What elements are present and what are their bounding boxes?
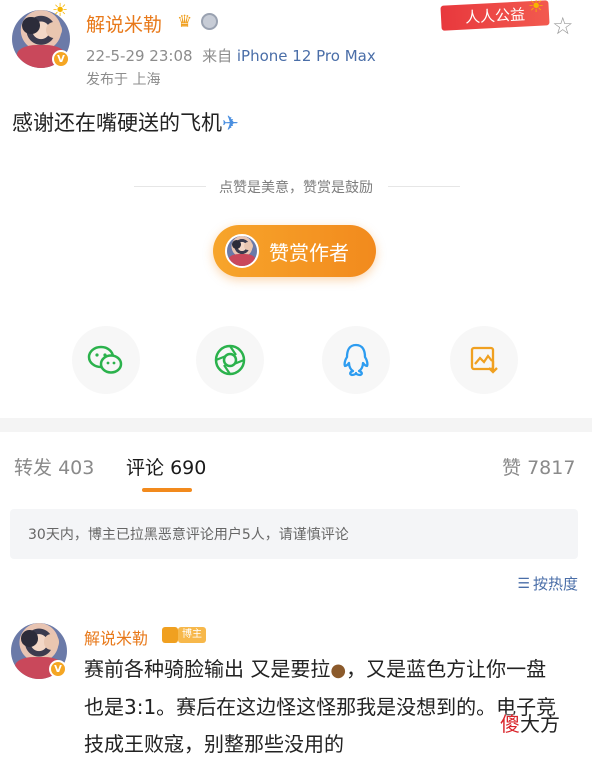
airplane-icon: ✈ (222, 111, 239, 135)
tab-likes[interactable]: 赞 7817 (502, 453, 575, 480)
sun-decoration-icon: ☀ (528, 0, 545, 17)
device-link[interactable]: iPhone 12 Pro Max (237, 47, 376, 65)
post-timestamp: 22-5-29 23:08 (86, 47, 193, 65)
verified-badge-icon: V (52, 50, 70, 68)
like-count: 7817 (527, 457, 576, 479)
tab-comments[interactable]: 评论 690 (126, 453, 206, 480)
active-tab-indicator (142, 488, 192, 492)
comment-text: 赛前各种骑脸输出 又是要拉●，又是蓝色方让你一盘也是3:1。赛后在这边怪这怪那我… (84, 657, 557, 756)
post-text-content: 感谢还在嘴硬送的飞机 (12, 111, 222, 135)
comment-count: 690 (170, 457, 207, 479)
favorite-star-icon[interactable]: ☆ (552, 14, 574, 38)
post-location: 发布于 上海 (86, 72, 161, 88)
post-meta: 22-5-29 23:08 来自 iPhone 12 Pro Max (86, 45, 376, 66)
moments-icon (214, 344, 246, 376)
crown-icon[interactable]: ♛ (177, 12, 192, 32)
tab-repost[interactable]: 转发 403 (14, 453, 94, 480)
level-icon (162, 627, 178, 643)
share-moments-button[interactable] (196, 326, 264, 394)
sort-label: 按热度 (532, 575, 578, 593)
save-image-icon (470, 346, 498, 374)
commenter-name[interactable]: 解说米勒 (84, 625, 148, 649)
wechat-icon (87, 345, 123, 374)
author-avatar-small (225, 234, 259, 268)
verified-badge-icon: V (49, 660, 67, 678)
sort-by-hot-button[interactable]: ☰ 按热度 (517, 573, 578, 594)
poop-emoji-icon: ● (330, 660, 347, 681)
section-divider (0, 418, 592, 432)
watermark: 傻大方 (500, 712, 560, 736)
repost-count: 403 (58, 457, 95, 479)
reward-author-button[interactable]: 赞赏作者 (213, 225, 376, 277)
share-qq-button[interactable] (322, 326, 390, 394)
sort-icon: ☰ (517, 575, 530, 592)
reward-hint: 点赞是美意，赞赏是鼓励 (0, 177, 592, 197)
author-name[interactable]: 解说米勒 (86, 10, 162, 37)
medal-icon[interactable] (201, 13, 218, 30)
blogger-badge: 博主 (178, 627, 206, 643)
comment-notice: 30天内，博主已拉黑恶意评论用户5人，请谨慎评论 (10, 509, 578, 559)
qq-icon (343, 343, 369, 377)
save-image-button[interactable] (450, 326, 518, 394)
post-text: 感谢还在嘴硬送的飞机✈ (12, 107, 239, 137)
notice-text: 30天内，博主已拉黑恶意评论用户5人，请谨慎评论 (28, 527, 349, 543)
source-prefix: 来自 (202, 47, 233, 65)
sun-decoration-icon: ☀ (52, 0, 69, 21)
share-wechat-button[interactable] (72, 326, 140, 394)
reward-button-label: 赞赏作者 (269, 240, 349, 265)
